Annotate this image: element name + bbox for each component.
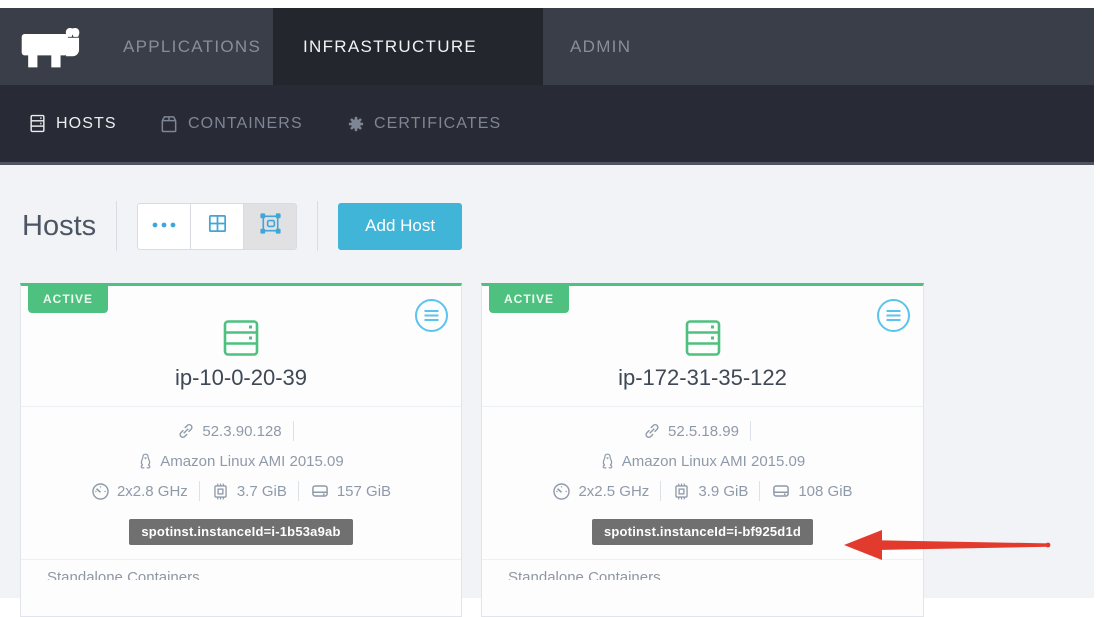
host-server-icon — [221, 319, 261, 362]
host-memory: 3.9 GiB — [698, 483, 748, 500]
detail-separator — [199, 481, 200, 501]
tab-infrastructure[interactable]: INFRASTRUCTURE — [273, 8, 543, 85]
host-specs-row: 2x2.5 GHz 3.9 GiB — [482, 476, 923, 506]
subnav-item-containers[interactable]: CONTAINERS — [159, 85, 303, 162]
hosts-icon — [28, 113, 47, 134]
toolbar-divider — [317, 201, 318, 251]
host-name[interactable]: ip-172-31-35-122 — [482, 365, 923, 391]
list-view-button[interactable] — [137, 203, 191, 250]
red-arrow-annotation — [838, 527, 1053, 563]
host-ip-row: 52.5.18.99 — [482, 416, 923, 446]
cpu-gauge-icon — [552, 482, 571, 501]
hosts-toolbar: Hosts — [22, 201, 462, 251]
certificates-icon — [347, 115, 365, 133]
host-card-details: 52.3.90.128 Amazon Linux AMI 2015.09 — [21, 407, 461, 580]
host-memory: 3.7 GiB — [237, 483, 287, 500]
grid-view-button[interactable] — [190, 203, 244, 250]
linux-icon — [600, 453, 615, 470]
card-menu-icon[interactable] — [876, 298, 911, 333]
detail-separator — [759, 481, 760, 501]
machine-view-button[interactable] — [243, 203, 297, 250]
footer-peek-text: Standalone Containers — [47, 569, 200, 580]
subnav-item-hosts[interactable]: HOSTS — [28, 85, 117, 162]
host-os: Amazon Linux AMI 2015.09 — [160, 453, 343, 470]
host-ip: 52.5.18.99 — [668, 423, 739, 440]
host-os-row: Amazon Linux AMI 2015.09 — [21, 446, 461, 476]
tab-admin[interactable]: ADMIN — [570, 8, 631, 85]
view-toggle-group — [137, 203, 297, 250]
footer-peek-text: Standalone Containers — [508, 569, 661, 580]
host-card: ACTIVE — [20, 283, 462, 617]
status-badge: ACTIVE — [489, 286, 569, 313]
status-badge: ACTIVE — [28, 286, 108, 313]
card-menu-icon[interactable] — [414, 298, 449, 333]
dots-icon — [151, 217, 177, 235]
host-storage: 108 GiB — [798, 483, 852, 500]
detail-separator — [298, 481, 299, 501]
host-ip-row: 52.3.90.128 — [21, 416, 461, 446]
add-host-button[interactable]: Add Host — [338, 203, 462, 250]
host-name[interactable]: ip-10-0-20-39 — [21, 365, 461, 391]
host-specs-row: 2x2.8 GHz 3.7 GiB — [21, 476, 461, 506]
detail-separator — [293, 421, 294, 441]
host-tag: spotinst.instanceId=i-bf925d1d — [592, 519, 813, 545]
disk-icon — [310, 481, 330, 501]
machine-view-icon — [258, 211, 283, 241]
toolbar-divider — [116, 201, 117, 251]
host-ip: 52.3.90.128 — [202, 423, 281, 440]
host-tag-row: spotinst.instanceId=i-1b53a9ab — [21, 519, 461, 545]
link-icon — [177, 422, 195, 440]
subnav-item-label: HOSTS — [56, 115, 117, 133]
host-server-icon — [683, 319, 723, 362]
subnav-item-label: CONTAINERS — [188, 115, 303, 133]
tab-applications[interactable]: APPLICATIONS — [123, 8, 261, 85]
memory-icon — [211, 482, 230, 501]
disk-icon — [771, 481, 791, 501]
detail-separator — [660, 481, 661, 501]
subnav-item-label: CERTIFICATES — [374, 115, 501, 133]
infrastructure-sub-nav: HOSTS CONTAINERS — [0, 85, 1094, 165]
rancher-logo-icon[interactable] — [18, 22, 92, 72]
link-icon — [643, 422, 661, 440]
host-cpu: 2x2.5 GHz — [578, 483, 649, 500]
grid-icon — [206, 212, 229, 240]
detail-separator — [750, 421, 751, 441]
page-title: Hosts — [22, 210, 96, 243]
host-tag: spotinst.instanceId=i-1b53a9ab — [129, 519, 352, 545]
subnav-item-certificates[interactable]: CERTIFICATES — [347, 85, 501, 162]
host-card: ACTIVE — [481, 283, 924, 617]
host-os-row: Amazon Linux AMI 2015.09 — [482, 446, 923, 476]
hosts-page: Hosts — [0, 165, 1094, 598]
host-storage: 157 GiB — [337, 483, 391, 500]
host-card-footer: Standalone Containers — [21, 559, 461, 580]
top-nav: APPLICATIONS INFRASTRUCTURE ADMIN — [0, 8, 1094, 85]
host-os: Amazon Linux AMI 2015.09 — [622, 453, 805, 470]
memory-icon — [672, 482, 691, 501]
linux-icon — [138, 453, 153, 470]
rancher-app: APPLICATIONS INFRASTRUCTURE ADMIN HOSTS — [0, 8, 1094, 598]
containers-icon — [159, 114, 179, 134]
host-cpu: 2x2.8 GHz — [117, 483, 188, 500]
cpu-gauge-icon — [91, 482, 110, 501]
